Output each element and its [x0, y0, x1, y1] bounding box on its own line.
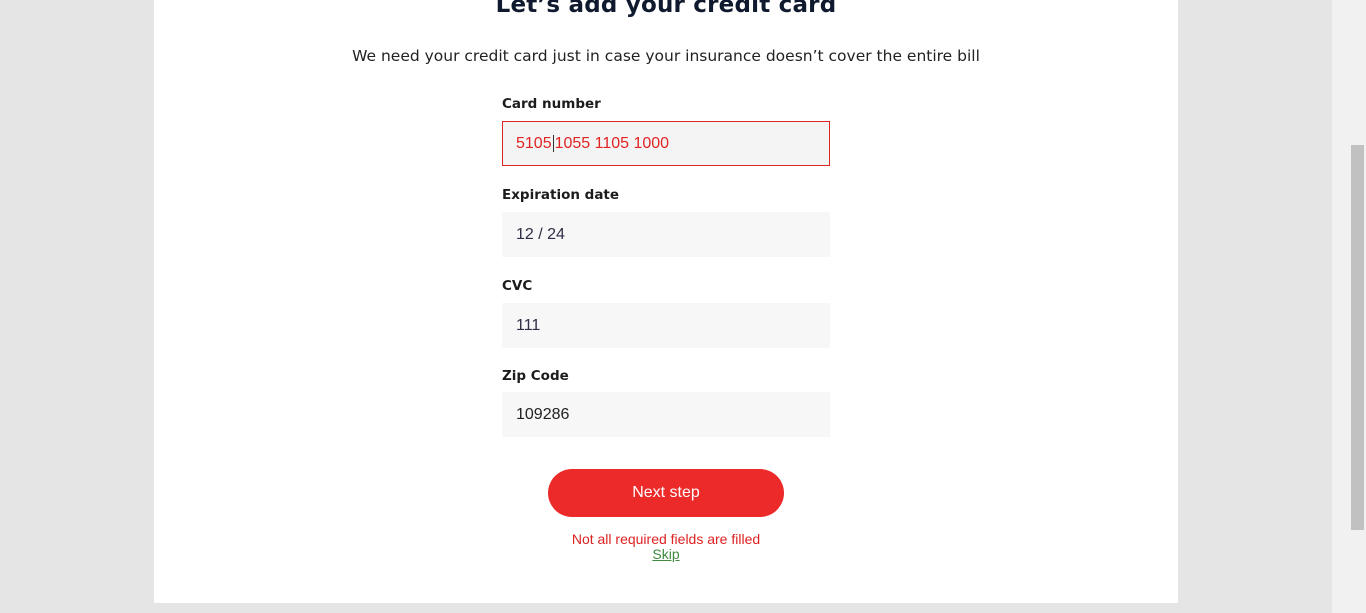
expiration-date-value: 12 / 24 — [516, 225, 565, 243]
card-number-label: Card number — [502, 96, 601, 112]
zip-code-label: Zip Code — [502, 368, 569, 384]
card-number-input[interactable]: 5105 1055 1105 1000 — [502, 121, 830, 166]
card-number-value-end: 1055 1105 1000 — [554, 134, 670, 152]
cvc-value: 111 — [516, 316, 541, 334]
credit-card-panel: Let’s add your credit card We need your … — [154, 0, 1178, 603]
zip-code-input[interactable]: 109286 — [502, 392, 830, 437]
expiration-date-input[interactable]: 12 / 24 — [502, 212, 830, 257]
expiration-date-label: Expiration date — [502, 187, 620, 203]
skip-link-text[interactable]: Skip — [652, 546, 679, 562]
page-title: Let’s add your credit card — [495, 0, 837, 18]
cvc-label: CVC — [502, 278, 533, 294]
error-message: Not all required fields are filled — [571, 531, 761, 547]
skip-link: Skip — [154, 546, 1178, 562]
page-subtitle: We need your credit card just in case yo… — [352, 47, 980, 65]
scrollbar[interactable] — [1332, 0, 1366, 613]
next-step-button[interactable]: Next step — [548, 469, 784, 517]
scrollbar-thumb[interactable] — [1351, 145, 1364, 530]
page: Let’s add your credit card We need your … — [0, 0, 1366, 613]
card-number-value-start: 5105 — [516, 134, 552, 152]
cvc-input[interactable]: 111 — [502, 303, 830, 348]
text-caret — [552, 135, 554, 152]
zip-code-value: 109286 — [516, 405, 570, 423]
